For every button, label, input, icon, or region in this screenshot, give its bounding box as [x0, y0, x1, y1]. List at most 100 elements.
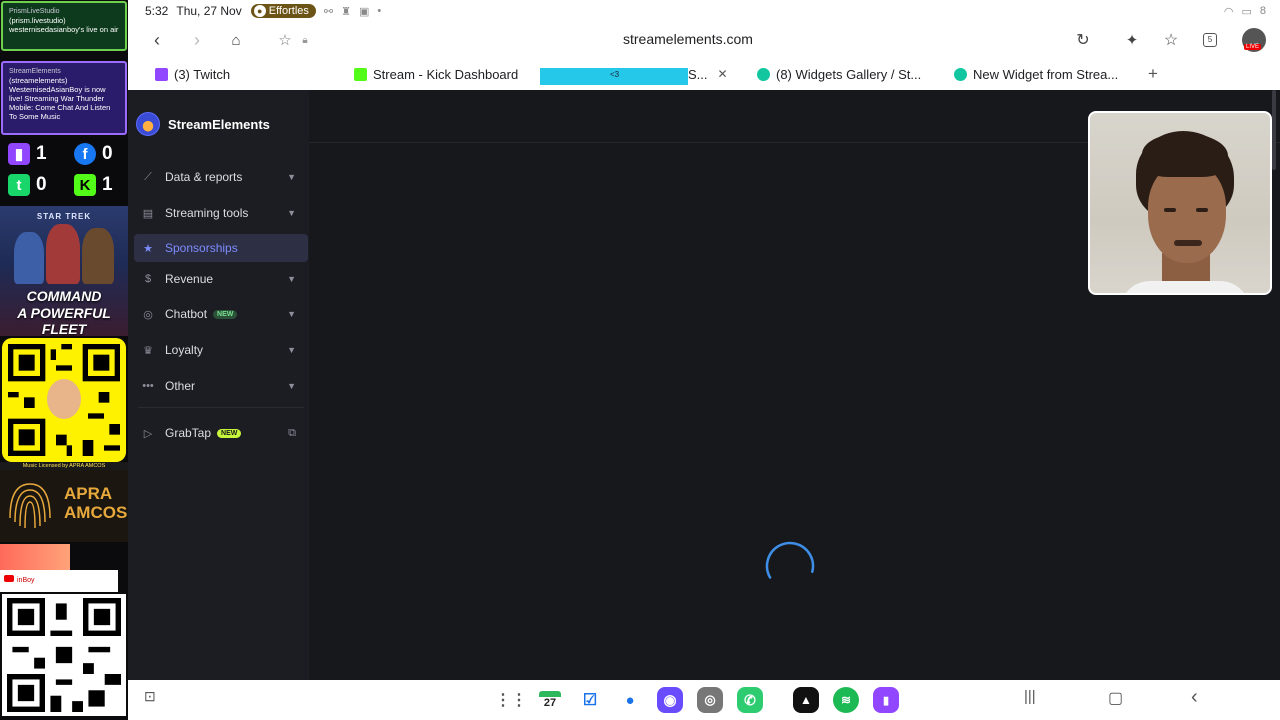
- chevron-down-icon: ▼: [287, 381, 296, 391]
- live-notification-prism: PrismLiveStudio (prism.livestudio) weste…: [1, 1, 127, 51]
- tab-twitch[interactable]: (3) Twitch: [155, 58, 230, 90]
- screenshot-icon[interactable]: ⊡: [144, 688, 156, 705]
- live-badge: LIVE: [1244, 44, 1262, 50]
- profile-avatar: LIVE: [1242, 28, 1266, 52]
- date: Thu, 27 Nov: [176, 4, 242, 18]
- tab-switcher-button[interactable]: 5: [1196, 26, 1224, 54]
- link-icon: ⚯: [323, 5, 334, 18]
- sidebar-divider: [138, 407, 304, 408]
- notification-handle: (prism.livestudio): [9, 16, 66, 25]
- promo-logo: STAR TREK: [36, 212, 92, 221]
- notification-text: WesternisedAsianBoy is now live! Streami…: [9, 85, 111, 121]
- profile-button[interactable]: LIVE: [1240, 26, 1268, 54]
- android-status-bar: 5:32 Thu, 27 Nov ● Effortles ⚯ ♜ ▣ • ◠ ▭ …: [128, 0, 1280, 22]
- sidebar-item-loyalty[interactable]: ♛ Loyalty ▼: [134, 336, 308, 364]
- status-pill-label: Effortles: [268, 5, 309, 17]
- home-button[interactable]: ⌂: [222, 26, 250, 54]
- address-bar[interactable]: streamelements.com: [623, 31, 753, 47]
- star-icon: ★: [143, 242, 153, 255]
- streamer-app-icon[interactable]: ▲: [793, 687, 819, 713]
- browser-toolbar: ‹ › ⌂ ☆ 🔒︎ streamelements.com ↻ ✦ ☆ 5 LI…: [128, 22, 1280, 58]
- wifi-icon: ◠: [1223, 5, 1234, 18]
- brand[interactable]: StreamElements: [136, 112, 270, 136]
- notification-source: PrismLiveStudio: [9, 8, 60, 15]
- recents-button[interactable]: |||: [1024, 688, 1036, 705]
- apra-text: APRA: [64, 484, 113, 503]
- trovo-count: t 0: [8, 171, 68, 199]
- tasks-check-icon[interactable]: ☑: [577, 687, 603, 713]
- scrollbar[interactable]: [1272, 90, 1276, 170]
- youtube-channel-text: inBoy: [17, 577, 35, 584]
- back-button[interactable]: ‹: [143, 26, 171, 54]
- status-pill[interactable]: ● Effortles: [250, 4, 316, 18]
- spotify-app-icon[interactable]: ≋: [833, 687, 859, 713]
- streamer-eye: [1164, 208, 1176, 212]
- fingerprint-icon: [9, 483, 51, 529]
- sidebar-item-label: Chatbot: [165, 307, 208, 321]
- sidebar-item-grabtap[interactable]: ▷ GrabTap NEW ⧉: [134, 419, 308, 447]
- sidebar-item-label: Revenue: [165, 272, 214, 286]
- streamelements-favicon: [954, 67, 967, 81]
- tab-label: (3) Twitch: [174, 66, 231, 82]
- sidebar-item-label: Streaming tools: [165, 206, 249, 220]
- reload-button[interactable]: ↻: [1069, 26, 1097, 54]
- tab-streamelements-active[interactable]: <3: [540, 68, 688, 85]
- tab-strip: (3) Twitch Stream - Kick Dashboard <3 S.…: [128, 58, 1280, 90]
- streamelements-logo-icon: [136, 112, 160, 136]
- external-link-icon: ⧉: [288, 426, 296, 439]
- facebook-count-value: 0: [102, 143, 113, 164]
- apra-amcos-logo: APRA AMCOS: [0, 470, 128, 542]
- crown-icon: ♛: [143, 344, 153, 357]
- tab-widgets-gallery[interactable]: (8) Widgets Gallery / St...: [757, 58, 921, 90]
- home-nav-button[interactable]: ▢: [1108, 688, 1123, 708]
- back-nav-button[interactable]: ‹: [1191, 686, 1198, 709]
- promo-subheadline: A POWERFUL FLEET: [17, 305, 111, 336]
- sidebar-item-chatbot[interactable]: ◎ Chatbot NEW ▼: [134, 300, 308, 328]
- sidebar: StreamElements ⟋ Data & reports ▼ ▤ Stre…: [128, 90, 309, 680]
- tab-label: (8) Widgets Gallery / St...: [776, 66, 922, 82]
- bitmoji-avatar: [44, 376, 84, 422]
- forward-button[interactable]: ›: [183, 26, 211, 54]
- browser-app-icon[interactable]: ◉: [657, 687, 683, 713]
- camera-app-icon[interactable]: ◎: [697, 687, 723, 713]
- battery-icon: ▭: [1241, 5, 1252, 18]
- calendar-app-icon[interactable]: 27: [537, 687, 563, 713]
- record-icon: ●: [253, 5, 266, 17]
- promo-figure: [14, 232, 44, 284]
- music-license-credit: Music Licensed by APRA AMCOS: [0, 462, 128, 470]
- sidebar-item-data-reports[interactable]: ⟋ Data & reports ▼: [134, 163, 308, 191]
- tab-label: New Widget from Strea...: [973, 66, 1119, 82]
- sidebar-item-streaming-tools[interactable]: ▤ Streaming tools ▼: [134, 199, 308, 227]
- new-tab-button[interactable]: +: [1148, 58, 1158, 90]
- tab-kick-dashboard[interactable]: Stream - Kick Dashboard: [354, 58, 518, 90]
- sidebar-item-other[interactable]: ••• Other ▼: [134, 372, 308, 400]
- sidebar-item-label: Loyalty: [165, 343, 204, 357]
- favorites-button[interactable]: ☆: [1157, 26, 1185, 54]
- clock: 5:32: [145, 4, 169, 18]
- channel-qr-code: [2, 594, 126, 716]
- stream-overlay-column: PrismLiveStudio (prism.livestudio) weste…: [0, 0, 128, 720]
- close-tab-icon[interactable]: ✕: [718, 67, 728, 81]
- play-icon: ▷: [143, 427, 153, 440]
- sidebar-item-sponsorships[interactable]: ★ Sponsorships: [134, 234, 308, 262]
- layout-icon: ▤: [142, 207, 154, 220]
- app-drawer-grid-icon[interactable]: ⋮⋮: [495, 687, 527, 713]
- chevron-down-icon: ▼: [287, 345, 296, 355]
- snapchat-qr-code: [2, 338, 126, 462]
- sidebar-item-revenue[interactable]: $ Revenue ▼: [134, 265, 308, 293]
- facebook-icon: f: [74, 143, 96, 165]
- snapchat-icon: ♜: [341, 5, 351, 18]
- chart-line-icon: ⟋: [144, 170, 152, 183]
- promo-figure: [46, 224, 80, 284]
- extensions-button[interactable]: ✦: [1118, 26, 1146, 54]
- tab-new-widget[interactable]: New Widget from Strea...: [954, 58, 1118, 90]
- tab-label: S...: [688, 66, 708, 82]
- tab-active-title[interactable]: S... ✕: [688, 58, 728, 90]
- amcos-text: AMCOS: [64, 503, 128, 522]
- messages-chat-icon[interactable]: ●: [617, 687, 643, 713]
- twitch-app-icon[interactable]: ▮: [873, 687, 899, 713]
- youtube-icon: [4, 575, 14, 582]
- twitch-count: ▮ 1: [8, 140, 68, 168]
- qr-pattern: [7, 598, 121, 712]
- phone-app-icon[interactable]: ✆: [737, 687, 763, 713]
